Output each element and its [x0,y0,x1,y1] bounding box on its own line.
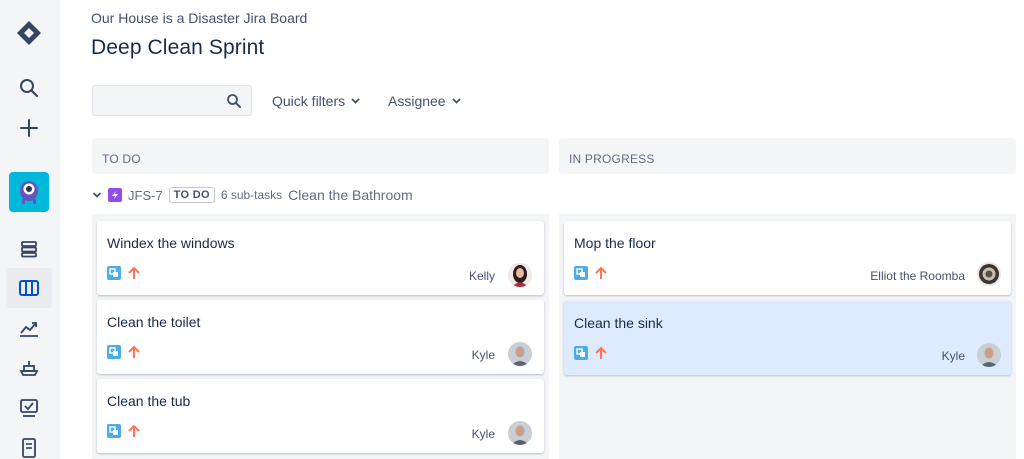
issue-card[interactable]: Clean the toilet Kyle [97,300,544,374]
avatar[interactable] [977,343,1001,367]
assignee-name: Kyle [471,348,495,362]
subtasks-count: 6 sub-tasks [220,188,283,202]
avatar[interactable] [508,342,532,366]
chevron-down-icon [351,98,360,104]
pages-icon [22,438,36,458]
releases-icon [19,361,39,376]
search-input[interactable] [93,86,223,115]
backlog-nav-item[interactable] [6,229,52,269]
page-title: Deep Clean Sprint [91,36,265,59]
card-summary: Windex the windows [107,235,235,251]
assignee-name: Elliot the Roomba [870,269,965,283]
project-avatar-icon [20,181,38,204]
backlog-icon [21,241,37,258]
jira-logo-button[interactable] [6,13,52,53]
jira-logo-icon [17,21,41,45]
issues-nav-item[interactable] [6,388,52,428]
chevron-down-icon [451,98,461,104]
priority-high-icon [128,424,140,437]
breadcrumb[interactable]: Our House is a Disaster Jira Board [91,10,307,26]
user-avatar-icon [508,342,532,366]
pages-nav-item[interactable] [6,428,52,459]
issue-card[interactable]: Mop the floor Elliot the Roomba [564,221,1011,295]
board-icon [19,280,39,296]
issue-card-selected[interactable]: Clean the sink Kyle [564,301,1011,375]
user-avatar-icon [977,343,1001,367]
issue-card[interactable]: Clean the tub Kyle [97,379,544,453]
parent-issue-summary[interactable]: Clean the Bathroom [288,187,413,203]
assignee-name: Kyle [941,349,965,363]
assignee-name: Kyle [471,427,495,441]
create-button[interactable] [6,108,52,148]
card-summary: Clean the sink [574,315,663,331]
quick-filters-dropdown[interactable]: Quick filters [272,93,360,109]
reports-icon [20,322,38,337]
create-icon [20,119,38,137]
avatar[interactable] [508,421,532,445]
priority-high-icon [595,266,607,279]
subtask-type-icon [108,188,122,202]
roomba-avatar-icon [977,262,1001,286]
subtask-icon [574,266,588,280]
card-summary: Clean the toilet [107,314,201,330]
releases-nav-item[interactable] [6,348,52,388]
board-nav-item[interactable] [6,268,52,308]
priority-high-icon [128,266,140,279]
user-avatar-icon [508,263,532,287]
card-summary: Clean the tub [107,393,191,409]
priority-high-icon [595,346,607,359]
quick-filters-label: Quick filters [272,93,346,109]
project-avatar[interactable] [9,172,49,212]
board-search [92,85,252,116]
chevron-down-icon[interactable] [92,192,102,198]
assignee-filter-label: Assignee [388,93,446,109]
assignee-dropdown[interactable]: Assignee [388,93,461,109]
avatar[interactable] [508,263,532,287]
card-summary: Mop the floor [574,235,656,251]
status-badge: TO DO [168,187,215,203]
subtask-icon [107,424,121,438]
column-header-todo: TO DO [92,138,549,174]
priority-high-icon [128,345,140,358]
reports-nav-item[interactable] [6,308,52,348]
subtask-icon [107,266,121,280]
user-avatar-icon [508,421,532,445]
column-header-in-progress: IN PROGRESS [559,138,1016,174]
assignee-name: Kelly [468,269,495,283]
issue-key[interactable]: JFS-7 [128,188,163,203]
global-navigation [0,0,60,459]
search-icon[interactable] [226,93,242,109]
issues-icon [20,399,38,417]
subtask-icon [107,345,121,359]
swimlane-header[interactable]: JFS-7 TO DO 6 sub-tasks Clean the Bathro… [92,185,413,205]
search-icon [20,79,39,98]
avatar[interactable] [977,262,1001,286]
search-button[interactable] [6,68,52,108]
subtask-icon [574,346,588,360]
issue-card[interactable]: Windex the windows Kelly [97,221,544,295]
